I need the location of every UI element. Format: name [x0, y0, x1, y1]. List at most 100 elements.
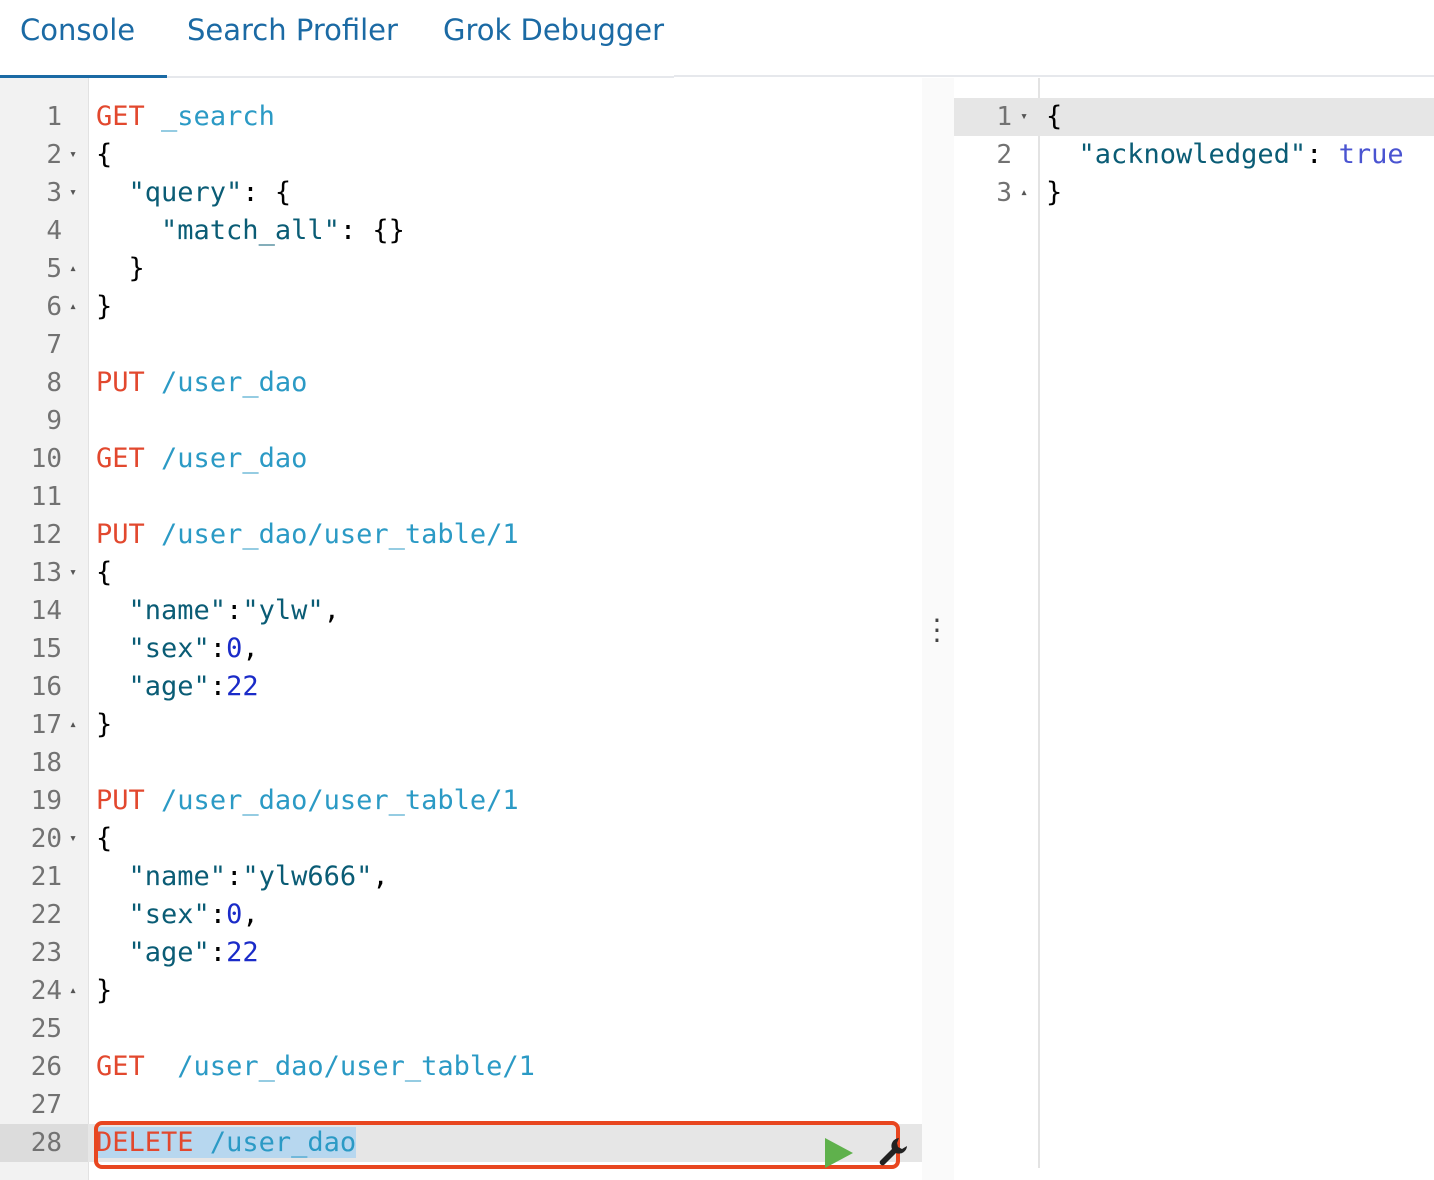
vertical-dots-icon[interactable]: · · ·: [926, 607, 948, 655]
tab-search-profiler[interactable]: Search Profiler: [187, 12, 398, 52]
editor-line: 12 PUT /user_dao/user_table/1: [0, 516, 922, 554]
token-punc: [145, 785, 161, 816]
token-punc: ,: [323, 595, 340, 626]
token-punc: }: [1046, 177, 1063, 208]
fold-close-icon[interactable]: ▴: [64, 250, 82, 288]
line-number: 13: [30, 558, 62, 588]
line-number: 23: [30, 938, 62, 968]
code-text: }: [96, 972, 112, 1010]
token-num: 22: [226, 671, 259, 702]
token-punc: :: [226, 861, 243, 892]
token-punc: {: [96, 557, 113, 588]
editor-line: 24 ▴}: [0, 972, 922, 1010]
editor-line: 28 DELETE /user_dao: [0, 1124, 922, 1162]
fold-close-icon[interactable]: ▴: [1016, 174, 1032, 212]
code-text: "query": {: [96, 174, 292, 212]
editor-line: 19 PUT /user_dao/user_table/1: [0, 782, 922, 820]
editor-line: 9: [0, 402, 922, 440]
token-punc: [96, 937, 129, 968]
token-punc: [96, 215, 161, 246]
token-key: "match_all": [161, 215, 340, 246]
fold-close-icon[interactable]: ▴: [64, 706, 82, 744]
token-punc: [145, 443, 161, 474]
editor-line: 3 ▾ "query": {: [0, 174, 922, 212]
token-punc: [96, 861, 129, 892]
editor-line: 8 PUT /user_dao: [0, 364, 922, 402]
fold-open-icon[interactable]: ▾: [64, 554, 82, 592]
code-text: }: [1046, 174, 1062, 212]
wrench-icon[interactable]: [875, 1134, 911, 1170]
token-punc: :: [226, 595, 243, 626]
token-url: /user_dao/user_table/1: [161, 785, 519, 816]
token-punc: ,: [242, 633, 259, 664]
code-text: {: [96, 820, 112, 858]
token-punc: [145, 367, 161, 398]
tab-grok-debugger[interactable]: Grok Debugger: [443, 12, 664, 52]
token-punc: [96, 671, 129, 702]
line-number: 2: [996, 140, 1012, 170]
editor-line: 25: [0, 1010, 922, 1048]
token-str: "ylw666": [242, 861, 373, 892]
code-text: {: [96, 554, 112, 592]
fold-close-icon[interactable]: ▴: [64, 288, 82, 326]
editor-line: 11: [0, 478, 922, 516]
token-punc: [145, 519, 161, 550]
code-text: "age":22: [96, 668, 259, 706]
editor-line: 5 ▴ }: [0, 250, 922, 288]
tab-console[interactable]: Console: [0, 12, 168, 78]
token-key: "name": [128, 595, 227, 626]
token-url: /user_dao/user_table/1: [177, 1051, 535, 1082]
token-punc: ,: [242, 899, 259, 930]
code-text: PUT /user_dao/user_table/1: [96, 782, 519, 820]
token-punc: : {: [242, 177, 292, 208]
token-punc: ,: [372, 861, 389, 892]
line-number: 7: [46, 330, 62, 360]
editor-line: 21 "name":"ylw666",: [0, 858, 922, 896]
code-text: "age":22: [96, 934, 259, 972]
editor-line: 22 "sex":0,: [0, 896, 922, 934]
token-punc: :: [209, 937, 227, 968]
code-text: GET _search: [96, 98, 275, 136]
response-viewer: 1 ▾{2 "acknowledged": true 3 ▴}: [954, 78, 1434, 1180]
fold-open-icon[interactable]: ▾: [64, 136, 82, 174]
line-number: 1: [46, 102, 62, 132]
token-str: "ylw": [242, 595, 324, 626]
editor-line: 16 "age":22: [0, 668, 922, 706]
fold-open-icon[interactable]: ▾: [64, 174, 82, 212]
token-method: PUT: [96, 785, 145, 816]
token-punc: {: [96, 139, 113, 170]
token-bool: true: [1338, 139, 1404, 170]
editor-line: 1 GET _search: [0, 98, 922, 136]
line-number: 3: [996, 178, 1012, 208]
request-editor[interactable]: 1 GET _search 2 ▾{3 ▾ "query": {4 "match_all…: [0, 78, 922, 1180]
token-key: "query": [128, 177, 243, 208]
code-text: GET /user_dao/user_table/1: [96, 1048, 535, 1086]
editor-line: 13 ▾ {: [0, 554, 922, 592]
line-number: 22: [30, 900, 62, 930]
editor-line: 14 "name":"ylw",: [0, 592, 922, 630]
token-punc: {: [1046, 101, 1063, 132]
code-text: DELETE /user_dao: [96, 1124, 357, 1162]
editor-line: 17 ▴}: [0, 706, 922, 744]
token-punc: [96, 633, 129, 664]
code-text: }: [96, 706, 112, 744]
token-key: "acknowledged": [1078, 139, 1307, 170]
token-punc: [145, 101, 161, 132]
editor-line: 4 "match_all": {}: [0, 212, 922, 250]
token-method: DELETE: [96, 1127, 194, 1158]
play-icon[interactable]: [825, 1138, 853, 1168]
output-line: 1 ▾ {: [954, 98, 1434, 136]
fold-close-icon[interactable]: ▴: [64, 972, 82, 1010]
code-text: PUT /user_dao/user_table/1: [96, 516, 519, 554]
line-number: 8: [46, 368, 62, 398]
token-punc: [194, 1127, 210, 1158]
editor-line: 18: [0, 744, 922, 782]
token-key: "name": [128, 861, 227, 892]
fold-open-icon[interactable]: ▾: [64, 820, 82, 858]
code-text: "match_all": {}: [96, 212, 405, 250]
code-text: GET /user_dao: [96, 440, 307, 478]
fold-open-icon[interactable]: ▾: [1016, 98, 1032, 136]
token-punc: }: [96, 253, 145, 284]
token-punc: [145, 1051, 178, 1082]
line-number: 6: [46, 292, 62, 322]
